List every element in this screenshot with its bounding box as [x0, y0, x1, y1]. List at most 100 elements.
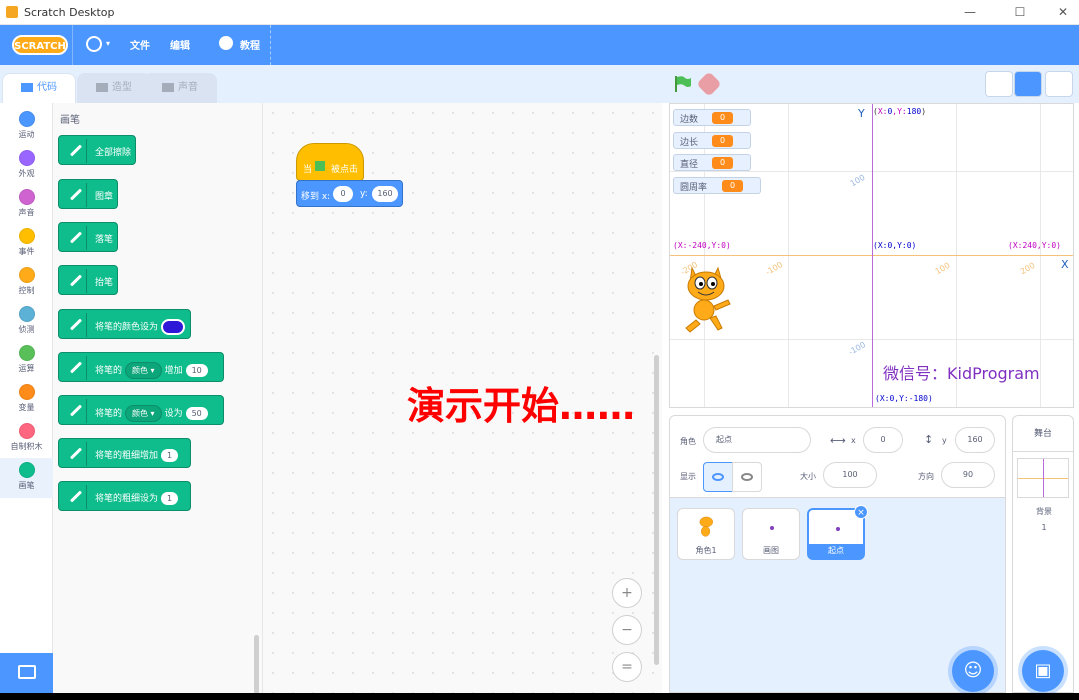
category-my-blocks[interactable]: 自制积木 — [0, 419, 53, 459]
cat-sprite[interactable] — [678, 264, 738, 336]
number-input[interactable]: 50 — [185, 407, 208, 420]
category-pen[interactable]: 画笔 — [0, 458, 53, 498]
category-menu: 运动 外观 声音 事件 控制 侦测 运算 变量 自制积木 画笔 — [0, 103, 53, 653]
number-input[interactable]: 1 — [161, 492, 179, 505]
sprite-name-input[interactable]: 起点 — [703, 427, 811, 453]
small-stage-button[interactable] — [985, 71, 1013, 97]
category-label: 变量 — [18, 403, 35, 412]
go-to-xy-block[interactable]: 移到 x: 0 y: 160 — [296, 180, 403, 207]
sprite-info-panel: 角色 起点 ⟷ x 0 ↕ y 160 显示 大小 100 方向 90 — [669, 415, 1006, 498]
category-variables[interactable]: 变量 — [0, 380, 53, 420]
pen-icon — [63, 183, 87, 207]
size-input[interactable]: 100 — [823, 462, 877, 488]
workspace-scrollbar[interactable] — [654, 355, 659, 665]
variable-monitor[interactable]: 直径 0 — [673, 154, 751, 171]
large-stage-button[interactable] — [1014, 71, 1042, 97]
operators-dot-icon — [18, 345, 35, 361]
window-titlebar: Scratch Desktop — ☐ ✕ — [0, 0, 1079, 25]
show-hidden-button[interactable] — [732, 462, 762, 492]
show-visible-button[interactable] — [703, 462, 733, 492]
zoom-reset-button[interactable]: = — [612, 652, 642, 682]
motion-dot-icon — [18, 111, 35, 127]
variable-monitor[interactable]: 边长 0 — [673, 132, 751, 149]
variables-dot-icon — [18, 384, 35, 400]
add-extension-button[interactable] — [0, 653, 53, 693]
x-position-input[interactable]: 0 — [863, 427, 903, 453]
sprite-thumb[interactable]: 角色1 — [677, 508, 735, 560]
stage-thumbnail — [1017, 458, 1069, 498]
green-flag-button[interactable] — [674, 76, 692, 92]
x-arrows-icon: ⟷ — [830, 434, 846, 447]
y-position-input[interactable]: 160 — [955, 427, 995, 453]
tab-code-label: 代码 — [37, 82, 57, 93]
palette-scrollbar[interactable] — [254, 635, 259, 695]
scratch-logo[interactable]: SCRATCH — [12, 35, 68, 55]
menu-divider — [72, 25, 73, 65]
category-label: 事件 — [18, 247, 35, 256]
menu-bar: SCRATCH ▾ 文件 编辑 教程 — [0, 25, 1079, 65]
variable-monitor[interactable]: 边数 0 — [673, 109, 751, 126]
block-change-pen-size[interactable]: 将笔的粗细增加 1 — [58, 438, 191, 468]
zoom-out-button[interactable]: − — [612, 615, 642, 645]
my-blocks-dot-icon — [18, 423, 35, 439]
add-sprite-button[interactable]: ☺ — [952, 650, 994, 692]
category-events[interactable]: 事件 — [0, 224, 53, 264]
stage[interactable]: 边数 0 边长 0 直径 0 圆周率 0 (X:0,Y:180) (X:0,Y:0) (… — [669, 103, 1074, 408]
fullscreen-button[interactable] — [1045, 71, 1073, 97]
minimize-button[interactable]: — — [955, 4, 985, 20]
block-label: 落笔 — [95, 235, 114, 245]
dot-thumbnail-icon — [836, 527, 840, 531]
category-sensing[interactable]: 侦测 — [0, 302, 53, 342]
category-operators[interactable]: 运算 — [0, 341, 53, 381]
when-flag-clicked-block[interactable]: 当 被点击 — [296, 143, 364, 181]
block-change-pen-param[interactable]: 将笔的 颜色 ▾ 增加 10 — [58, 352, 224, 382]
number-input[interactable]: 1 — [161, 449, 179, 462]
monitor-value: 0 — [712, 112, 734, 124]
block-set-pen-size[interactable]: 将笔的粗细设为 1 — [58, 481, 191, 511]
sprite-name-label: 角色 — [680, 437, 696, 446]
category-control[interactable]: 控制 — [0, 263, 53, 303]
category-motion[interactable]: 运动 — [0, 107, 53, 147]
block-set-pen-color[interactable]: 将笔的颜色设为 — [58, 309, 191, 339]
menu-dashed-divider — [270, 25, 271, 65]
direction-input[interactable]: 90 — [941, 462, 995, 488]
tutorials-bulb-icon[interactable] — [219, 36, 233, 50]
y-axis — [872, 104, 873, 407]
tab-costumes[interactable]: 造型 — [77, 73, 151, 103]
param-dropdown[interactable]: 颜色 ▾ — [125, 405, 162, 422]
edit-menu[interactable]: 编辑 — [170, 37, 190, 52]
block-pen-down[interactable]: 落笔 — [58, 222, 118, 252]
category-looks[interactable]: 外观 — [0, 146, 53, 186]
sprite-thumb[interactable]: 画图 — [742, 508, 800, 560]
tab-sounds[interactable]: 声音 — [143, 73, 217, 103]
param-dropdown[interactable]: 颜色 ▾ — [125, 362, 162, 379]
zoom-in-button[interactable]: + — [612, 578, 642, 608]
block-set-pen-param[interactable]: 将笔的 颜色 ▾ 设为 50 — [58, 395, 224, 425]
block-pen-up[interactable]: 抬笔 — [58, 265, 118, 295]
color-picker-swatch[interactable] — [161, 319, 186, 335]
x-axis-label: X — [1061, 258, 1069, 271]
y-label: y — [942, 436, 947, 445]
language-globe-icon[interactable] — [86, 36, 102, 52]
block-pen-clear[interactable]: 全部擦除 — [58, 135, 136, 165]
number-input[interactable]: 10 — [185, 364, 208, 377]
chevron-down-icon: ▾ — [106, 39, 111, 48]
add-backdrop-button[interactable]: ▣ — [1022, 650, 1064, 692]
direction-label: 方向 — [918, 472, 934, 481]
y-input[interactable]: 160 — [372, 186, 398, 202]
delete-sprite-icon[interactable]: × — [854, 505, 868, 519]
file-menu[interactable]: 文件 — [130, 37, 150, 52]
tab-code[interactable]: 代码 — [2, 73, 76, 103]
looks-dot-icon — [18, 150, 35, 166]
x-input[interactable]: 0 — [333, 186, 353, 202]
variable-monitor[interactable]: 圆周率 0 — [673, 177, 761, 194]
backdrops-count: 1 — [1041, 523, 1047, 532]
demo-overlay-text: 演示开始…… — [407, 384, 636, 428]
monitor-value: 0 — [712, 157, 734, 169]
sprite-thumb-selected[interactable]: × 起点 — [807, 505, 868, 560]
close-button[interactable]: ✕ — [1048, 4, 1078, 20]
maximize-button[interactable]: ☐ — [1005, 4, 1035, 20]
tutorials-menu[interactable]: 教程 — [240, 37, 260, 52]
category-sound[interactable]: 声音 — [0, 185, 53, 225]
block-stamp[interactable]: 图章 — [58, 179, 118, 209]
